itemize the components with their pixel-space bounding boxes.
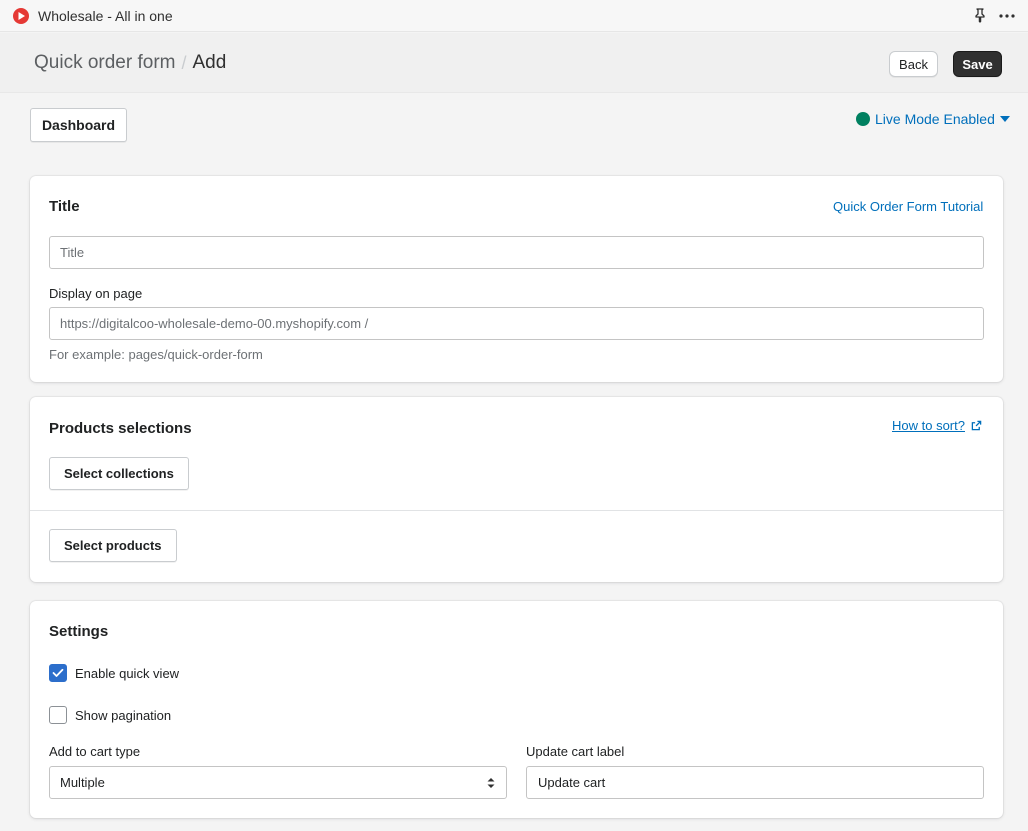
live-status-dot-icon [856, 112, 870, 126]
breadcrumb: Quick order form / Add [34, 52, 226, 74]
caret-down-icon [999, 116, 1010, 122]
enable-quick-view-label: Enable quick view [75, 665, 180, 681]
title-card: Title Quick Order Form Tutorial Display … [30, 176, 1003, 382]
select-products-button[interactable]: Select products [49, 529, 177, 562]
add-to-cart-type-label: Add to cart type [49, 744, 141, 759]
add-to-cart-type-select[interactable]: Multiple [49, 766, 507, 799]
title-card-heading: Title [49, 198, 80, 215]
update-cart-label-label: Update cart label [526, 744, 625, 759]
how-to-sort-link[interactable]: How to sort? [892, 418, 982, 433]
how-to-sort-label: How to sort? [892, 418, 965, 433]
display-on-page-label: Display on page [49, 286, 143, 301]
live-mode-label: Live Mode Enabled [875, 111, 995, 127]
save-button[interactable]: Save [953, 51, 1002, 77]
external-link-icon [971, 420, 982, 431]
quick-order-form-tutorial-link[interactable]: Quick Order Form Tutorial [833, 199, 983, 214]
show-pagination-label: Show pagination [75, 707, 172, 723]
add-to-cart-type-value: Multiple [60, 775, 105, 790]
settings-card: Settings Enable quick view Show paginati… [30, 601, 1003, 818]
display-on-page-input[interactable] [49, 307, 984, 340]
app-logo-icon [13, 8, 29, 24]
app-top-bar: Wholesale - All in one [0, 0, 1028, 32]
back-button[interactable]: Back [889, 51, 938, 77]
breadcrumb-parent[interactable]: Quick order form [34, 52, 175, 74]
enable-quick-view-checkbox[interactable] [49, 664, 67, 682]
show-pagination-option[interactable]: Show pagination [49, 706, 171, 724]
app-name: Wholesale - All in one [38, 8, 173, 24]
checkmark-icon [52, 668, 64, 677]
live-mode-dropdown[interactable]: Live Mode Enabled [856, 111, 1010, 127]
products-selections-heading: Products selections [49, 420, 192, 437]
section-divider [30, 510, 1003, 511]
select-collections-button[interactable]: Select collections [49, 457, 189, 490]
display-on-page-help: For example: pages/quick-order-form [49, 347, 263, 362]
dashboard-button[interactable]: Dashboard [30, 108, 127, 142]
select-arrows-icon [487, 777, 495, 788]
breadcrumb-current: Add [192, 52, 227, 73]
page-header: Quick order form / Add Back Save [0, 33, 1028, 93]
pin-icon[interactable] [972, 7, 988, 23]
update-cart-label-input[interactable] [526, 766, 984, 799]
settings-heading: Settings [49, 623, 109, 640]
title-input[interactable] [49, 236, 984, 269]
more-options-icon[interactable] [998, 8, 1016, 24]
breadcrumb-separator: / [181, 52, 187, 73]
products-selections-card: Products selections How to sort? Select … [30, 397, 1003, 582]
enable-quick-view-option[interactable]: Enable quick view [49, 664, 179, 682]
show-pagination-checkbox[interactable] [49, 706, 67, 724]
